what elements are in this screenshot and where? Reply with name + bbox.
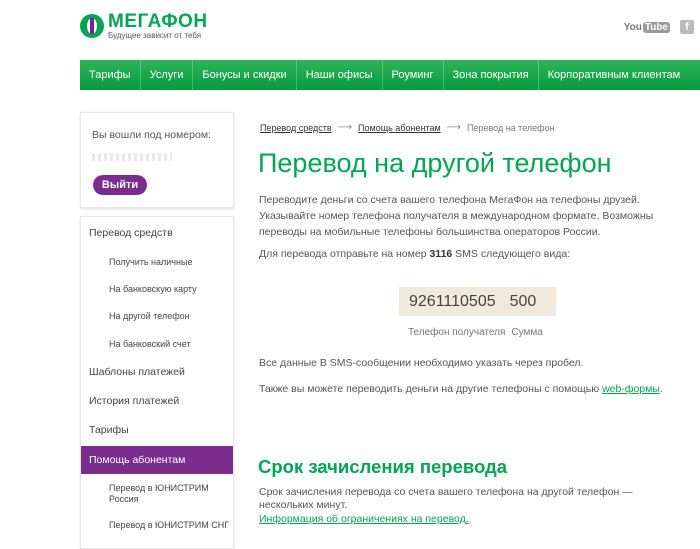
spaces-note: Все данные В SMS-сообщении необходимо ук… [259, 357, 584, 369]
nav-item-bonuses[interactable]: Бонусы и скидки [193, 60, 297, 90]
nav-item-tariffs[interactable]: Тарифы [80, 60, 141, 90]
arrow-right-icon: ⟶ [337, 122, 353, 133]
sidebar-item-tariffs[interactable]: Тарифы [81, 424, 233, 436]
sidebar-item-unistream-cis[interactable]: Перевод в ЮНИСТРИМ СНГ [81, 520, 231, 531]
social-icons: You Tube f [624, 20, 694, 34]
sms-example-amount: 500 [509, 292, 537, 310]
megafon-logo-icon [80, 14, 104, 38]
logo-name: МЕГАФОН [108, 11, 208, 32]
sidebar-item-cash[interactable]: Получить наличные [81, 257, 233, 267]
nav-item-services[interactable]: Услуги [141, 60, 194, 90]
limits-info-link[interactable]: Информация об ограничениях на перевод. [259, 513, 469, 525]
megafon-logo[interactable]: МЕГАФОН Будущее зависит от тебя [80, 12, 208, 40]
main-nav: Тарифы Услуги Бонусы и скидки Наши офисы… [80, 60, 700, 90]
web-form-link[interactable]: web-формы [602, 383, 660, 395]
logo-tagline: Будущее зависит от тебя [108, 31, 202, 40]
sidebar-menu: Перевод средств Получить наличные На бан… [80, 216, 234, 549]
sidebar-item-unistream-russia[interactable]: Перевод в ЮНИСТРИМ Россия [81, 483, 231, 505]
section-text: Срок зачисления перевода со счета вашего… [259, 486, 633, 511]
intro-text: Переводите деньги со счета вашего телефо… [259, 194, 654, 238]
youtube-icon[interactable]: You Tube [624, 21, 670, 33]
sidebar-item-bank-account[interactable]: На банковский счет [81, 339, 233, 349]
sidebar-item-templates[interactable]: Шаблоны платежей [81, 366, 233, 378]
sidebar-item-other-phone[interactable]: На другой телефон [81, 311, 233, 321]
login-label: Вы вошли под номером: [92, 129, 211, 141]
sidebar-item-bank-card[interactable]: На банковскую карту [81, 284, 233, 294]
sms-short-number: 3116 [429, 248, 453, 260]
sms-instruction: Для перевода отправьте на номер 3116 SMS… [259, 248, 571, 260]
caption-phone: Телефон получателя [408, 327, 506, 338]
arrow-right-icon: ⟶ [446, 122, 461, 133]
sidebar-item-transfers[interactable]: Перевод средств [81, 227, 233, 239]
site-header: МЕГАФОН Будущее зависит от тебя You Tube … [0, 0, 700, 56]
web-form-note: Также вы можете переводить деньги на дру… [259, 383, 663, 395]
sidebar-item-help[interactable]: Помощь абонентам [81, 446, 233, 474]
breadcrumb: Перевод средств ⟶ Помощь абонентам ⟶ Пер… [260, 122, 555, 133]
facebook-icon[interactable]: f [680, 20, 694, 34]
sms-example-phone: 9261110505 [409, 292, 496, 310]
masked-phone-number [92, 153, 172, 161]
login-box: Вы вошли под номером: Выйти [80, 112, 234, 208]
nav-item-roaming[interactable]: Роуминг [383, 60, 444, 90]
breadcrumb-transfers[interactable]: Перевод средств [260, 123, 332, 133]
nav-item-coverage[interactable]: Зона покрытия [444, 60, 539, 90]
nav-item-offices[interactable]: Наши офисы [297, 60, 383, 90]
caption-amount: Сумма [511, 327, 543, 338]
section-title: Срок зачисления перевода [258, 456, 508, 477]
breadcrumb-current: Перевод на телефон [466, 122, 555, 133]
breadcrumb-help[interactable]: Помощь абонентам [358, 123, 441, 133]
page-title: Перевод на другой телефон [258, 148, 612, 178]
sidebar-item-history[interactable]: История платежей [81, 395, 233, 407]
logout-button[interactable]: Выйти [93, 175, 147, 195]
sms-example-caption: Телефон получателя Сумма [408, 327, 543, 338]
nav-item-corporate[interactable]: Корпоративным клиентам [539, 60, 690, 90]
sms-example: 9261110505 500 [399, 287, 556, 316]
